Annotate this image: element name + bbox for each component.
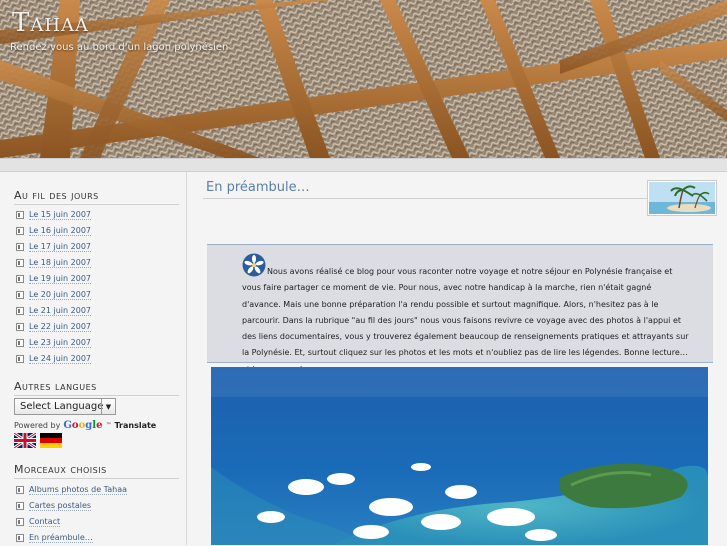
- bullet-icon: [16, 307, 24, 315]
- bullet-icon: [16, 534, 24, 542]
- bullet-icon: [16, 323, 24, 331]
- day-link[interactable]: Le 24 juin 2007: [29, 354, 91, 364]
- google-logo: Google: [63, 420, 103, 431]
- uk-flag-icon[interactable]: [14, 433, 36, 448]
- bullet-icon: [16, 259, 24, 267]
- picks-list: Albums photos de Tahaa Cartes postales C…: [16, 482, 128, 546]
- site-tagline: Rendez-vous au bord d'un lagon polynésie…: [10, 42, 229, 53]
- list-item: Le 16 juin 2007: [16, 223, 91, 239]
- german-flag-icon[interactable]: [40, 433, 62, 448]
- dropdown-arrow-icon[interactable]: ▼: [101, 399, 115, 414]
- bullet-icon: [16, 291, 24, 299]
- list-item: Le 20 juin 2007: [16, 287, 91, 303]
- thatched-roof-image: [0, 0, 727, 158]
- powered-by-google[interactable]: Powered by Google ™ Translate: [14, 420, 156, 431]
- list-item: Le 17 juin 2007: [16, 239, 91, 255]
- bullet-icon: [16, 355, 24, 363]
- tiare-flower-icon: [242, 253, 266, 277]
- day-link[interactable]: Le 22 juin 2007: [29, 322, 91, 332]
- bullet-icon: [16, 243, 24, 251]
- language-select[interactable]: Select Language ▼: [14, 398, 116, 415]
- sidebar: Au fil des jours Le 15 juin 2007 Le 16 j…: [3, 172, 187, 545]
- bullet-icon: [16, 339, 24, 347]
- intro-box: Nous avons réalisé ce blog pour vous rac…: [207, 244, 713, 374]
- list-item: Le 15 juin 2007: [16, 207, 91, 223]
- day-link[interactable]: Le 18 juin 2007: [29, 258, 91, 268]
- palm-beach-image: [649, 182, 715, 214]
- bullet-icon: [16, 275, 24, 283]
- translate-label: Translate: [114, 421, 157, 430]
- intro-paragraph: Nous avons réalisé ce blog pour vous rac…: [242, 253, 690, 378]
- days-heading: Au fil des jours: [14, 189, 179, 205]
- day-link[interactable]: Le 15 juin 2007: [29, 210, 91, 220]
- bullet-icon: [16, 518, 24, 526]
- language-select-value: Select Language: [20, 401, 104, 412]
- powered-by-label: Powered by: [14, 421, 61, 430]
- pick-link[interactable]: En préambule…: [29, 533, 93, 543]
- list-item: En préambule…: [16, 530, 127, 546]
- bullet-icon: [16, 502, 24, 510]
- bullet-icon: [16, 211, 24, 219]
- day-link[interactable]: Le 20 juin 2007: [29, 290, 91, 300]
- bullet-icon: [16, 227, 24, 235]
- day-link[interactable]: Le 17 juin 2007: [29, 242, 91, 252]
- bullet-icon: [16, 486, 24, 494]
- list-item: Cartes postales: [16, 498, 127, 514]
- day-link[interactable]: Le 19 juin 2007: [29, 274, 91, 284]
- list-item: Contact: [16, 514, 127, 530]
- pick-link[interactable]: Albums photos de Tahaa: [29, 485, 128, 495]
- title-divider: [203, 198, 653, 199]
- list-item: Le 22 juin 2007: [16, 319, 91, 335]
- picks-heading: Morceaux choisis: [14, 463, 179, 479]
- intro-text: Nous avons réalisé ce blog pour vous rac…: [242, 267, 689, 374]
- days-list: Le 15 juin 2007 Le 16 juin 2007 Le 17 ju…: [16, 207, 91, 367]
- header-banner: Tahaa Rendez-vous au bord d'un lagon pol…: [0, 0, 727, 158]
- post-title[interactable]: En préambule…: [206, 180, 310, 195]
- beach-thumbnail[interactable]: [647, 180, 717, 216]
- pick-link[interactable]: Cartes postales: [29, 501, 92, 511]
- day-link[interactable]: Le 21 juin 2007: [29, 306, 91, 316]
- day-link[interactable]: Le 16 juin 2007: [29, 226, 91, 236]
- pick-link[interactable]: Contact: [29, 517, 61, 527]
- list-item: Le 21 juin 2007: [16, 303, 91, 319]
- list-item: Le 23 juin 2007: [16, 335, 91, 351]
- lagoon-image: [211, 367, 708, 545]
- day-link[interactable]: Le 23 juin 2007: [29, 338, 91, 348]
- site-title[interactable]: Tahaa: [12, 8, 89, 38]
- list-item: Albums photos de Tahaa: [16, 482, 128, 498]
- list-item: Le 18 juin 2007: [16, 255, 91, 271]
- header-separator-band: [0, 158, 727, 172]
- list-item: Le 24 juin 2007: [16, 351, 91, 367]
- languages-heading: Autres langues: [14, 380, 179, 396]
- trademark-mark: ™: [105, 422, 112, 429]
- lagoon-aerial-photo[interactable]: [211, 367, 708, 545]
- list-item: Le 19 juin 2007: [16, 271, 91, 287]
- main-content: En préambule… Nous avons réalisé ce blog…: [188, 172, 727, 545]
